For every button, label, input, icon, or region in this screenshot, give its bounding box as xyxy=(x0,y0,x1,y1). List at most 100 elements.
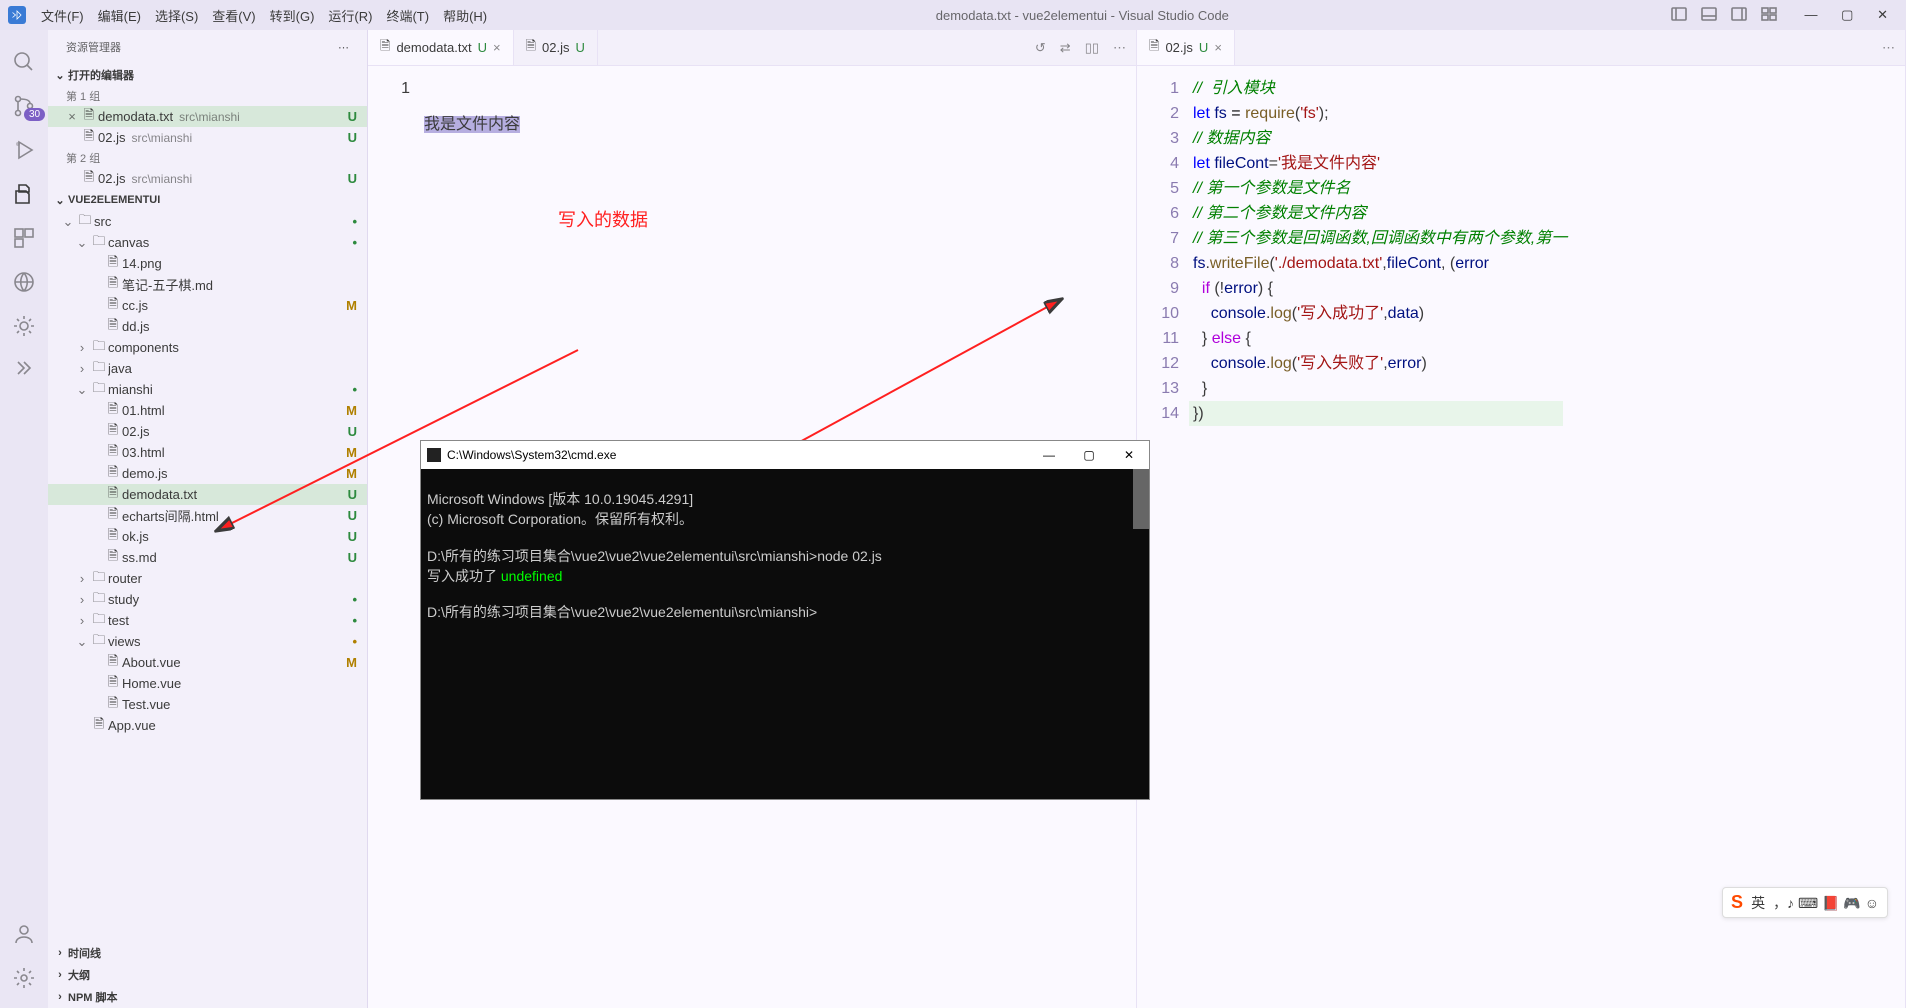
file-item[interactable]: 🗎01.htmlM xyxy=(48,400,367,421)
file-item[interactable]: 🗎笔记-五子棋.md xyxy=(48,274,367,295)
file-item[interactable]: 🗎App.vue xyxy=(48,715,367,736)
cmd-minimize-button[interactable]: — xyxy=(1029,448,1069,462)
window-maximize-button[interactable]: ▢ xyxy=(1831,7,1863,22)
menu-selection[interactable]: 选择(S) xyxy=(148,6,205,25)
activity-explorer-icon[interactable] xyxy=(0,172,48,216)
folder-item[interactable]: ›🗀java xyxy=(48,358,367,379)
file-item[interactable]: 🗎echarts间隔.htmlU xyxy=(48,505,367,526)
folder-item[interactable]: ›🗀test• xyxy=(48,610,367,631)
open-editor-item[interactable]: 🗎02.jssrc\mianshiU xyxy=(48,127,367,148)
folder-item[interactable]: ⌄🗀src• xyxy=(48,211,367,232)
menu-go[interactable]: 转到(G) xyxy=(263,6,322,25)
cmd-close-button[interactable]: ✕ xyxy=(1109,448,1149,462)
chevron-down-icon[interactable]: ⌄ xyxy=(60,214,76,230)
file-item[interactable]: 🗎demo.jsM xyxy=(48,463,367,484)
chevron-right-icon[interactable]: › xyxy=(74,361,90,376)
sidebar-section[interactable]: ›NPM 脚本 xyxy=(48,986,367,1008)
file-icon: 🗎 xyxy=(104,463,122,485)
ime-bar[interactable]: S 英 ，♪ ⌨ 📕 🎮 ☺ xyxy=(1722,887,1888,918)
editor-group-2-label: 第 2 组 xyxy=(48,148,367,168)
open-editor-item[interactable]: 🗎02.jssrc\mianshiU xyxy=(48,168,367,189)
file-content-text: 我是文件内容 xyxy=(424,116,520,133)
close-icon[interactable]: × xyxy=(64,109,80,124)
folder-item[interactable]: ⌄🗀mianshi• xyxy=(48,379,367,400)
folder-item[interactable]: ⌄🗀views• xyxy=(48,631,367,652)
chevron-right-icon[interactable]: › xyxy=(74,340,90,355)
close-icon[interactable]: × xyxy=(1214,40,1222,55)
cmd-body[interactable]: Microsoft Windows [版本 10.0.19045.4291] (… xyxy=(421,469,1149,799)
editor-group-right: 🗎02.jsU× ⋯ 1234567891011121314 // 引入模块le… xyxy=(1137,30,1906,1008)
cmd-scrollbar[interactable] xyxy=(1133,469,1149,529)
activity-extensions-icon[interactable] xyxy=(0,216,48,260)
open-editors-section[interactable]: ⌄打开的编辑器 xyxy=(48,64,367,86)
file-item[interactable]: 🗎dd.js xyxy=(48,316,367,337)
menu-view[interactable]: 查看(V) xyxy=(205,6,262,25)
file-item[interactable]: 🗎About.vueM xyxy=(48,652,367,673)
folder-item[interactable]: ⌄🗀canvas• xyxy=(48,232,367,253)
activity-git-graph-icon[interactable] xyxy=(0,348,48,392)
cmd-maximize-button[interactable]: ▢ xyxy=(1069,448,1109,462)
activity-debug-icon[interactable] xyxy=(0,128,48,172)
menu-edit[interactable]: 编辑(E) xyxy=(91,6,148,25)
activity-remote-icon[interactable] xyxy=(0,260,48,304)
folder-item[interactable]: ›🗀router xyxy=(48,568,367,589)
activity-source-control-icon[interactable] xyxy=(0,84,48,128)
sidebar-section[interactable]: ›时间线 xyxy=(48,942,367,964)
layout-panel-left-icon[interactable] xyxy=(1671,6,1687,25)
ime-tools[interactable]: ，♪ ⌨ 📕 🎮 ☺ xyxy=(1773,893,1879,913)
cmd-titlebar[interactable]: C:\Windows\System32\cmd.exe — ▢ ✕ xyxy=(421,441,1149,469)
activity-search-icon[interactable] xyxy=(0,40,48,84)
menu-file[interactable]: 文件(F) xyxy=(34,6,91,25)
file-item[interactable]: 🗎Home.vue xyxy=(48,673,367,694)
activity-test-icon[interactable] xyxy=(0,304,48,348)
open-editor-item[interactable]: ×🗎demodata.txtsrc\mianshiU xyxy=(48,106,367,127)
close-icon[interactable]: × xyxy=(493,40,501,55)
file-item[interactable]: 🗎02.jsU xyxy=(48,421,367,442)
tab-history-icon[interactable]: ↺ xyxy=(1035,40,1046,56)
chevron-down-icon[interactable]: ⌄ xyxy=(74,634,90,650)
file-icon: 🗎 xyxy=(526,37,536,59)
tab-compare-icon[interactable]: ⇄ xyxy=(1060,40,1071,56)
file-item[interactable]: 🗎03.htmlM xyxy=(48,442,367,463)
ime-lang-label[interactable]: 英 xyxy=(1751,893,1765,913)
chevron-down-icon[interactable]: ⌄ xyxy=(74,382,90,398)
layout-panel-right-icon[interactable] xyxy=(1731,6,1747,25)
folder-item[interactable]: ›🗀components xyxy=(48,337,367,358)
menu-terminal[interactable]: 终端(T) xyxy=(379,6,436,25)
sidebar-more-icon[interactable]: ⋯ xyxy=(338,41,349,54)
sidebar-section[interactable]: ›大纲 xyxy=(48,964,367,986)
activity-bar: 30 xyxy=(0,30,48,1008)
menu-help[interactable]: 帮助(H) xyxy=(436,6,494,25)
folder-item[interactable]: ›🗀study• xyxy=(48,589,367,610)
file-icon: 🗎 xyxy=(104,400,122,422)
chevron-right-icon[interactable]: › xyxy=(74,613,90,628)
customize-layout-icon[interactable] xyxy=(1761,6,1777,25)
tab-more-icon[interactable]: ⋯ xyxy=(1113,40,1126,56)
tab-split-icon[interactable]: ▯▯ xyxy=(1085,40,1099,56)
annotation-label: 写入的数据 xyxy=(558,206,648,232)
activity-settings-icon[interactable] xyxy=(0,956,48,1000)
window-minimize-button[interactable]: — xyxy=(1795,7,1828,22)
activity-account-icon[interactable] xyxy=(0,912,48,956)
file-item[interactable]: 🗎Test.vue xyxy=(48,694,367,715)
window-close-button[interactable]: ✕ xyxy=(1867,7,1898,22)
editor-tab[interactable]: 🗎02.jsU xyxy=(514,30,598,65)
file-item[interactable]: 🗎14.png xyxy=(48,253,367,274)
chevron-right-icon[interactable]: › xyxy=(74,592,90,607)
file-item[interactable]: 🗎cc.jsM xyxy=(48,295,367,316)
layout-panel-bottom-icon[interactable] xyxy=(1701,6,1717,25)
editor-body-right[interactable]: 1234567891011121314 // 引入模块let fs = requ… xyxy=(1137,66,1905,1008)
folder-icon: 🗀 xyxy=(90,589,108,611)
file-item[interactable]: 🗎ok.jsU xyxy=(48,526,367,547)
editor-tab[interactable]: 🗎demodata.txtU× xyxy=(368,30,514,65)
chevron-right-icon[interactable]: › xyxy=(74,571,90,586)
editor-tab[interactable]: 🗎02.jsU× xyxy=(1137,30,1235,65)
chevron-down-icon[interactable]: ⌄ xyxy=(74,235,90,251)
file-icon: 🗎 xyxy=(104,421,122,443)
menu-run[interactable]: 运行(R) xyxy=(321,6,379,25)
cmd-window[interactable]: C:\Windows\System32\cmd.exe — ▢ ✕ Micros… xyxy=(420,440,1150,800)
tab-more-icon[interactable]: ⋯ xyxy=(1882,40,1895,56)
file-item[interactable]: 🗎ss.mdU xyxy=(48,547,367,568)
file-item[interactable]: 🗎demodata.txtU xyxy=(48,484,367,505)
project-section[interactable]: ⌄VUE2ELEMENTUI xyxy=(48,189,367,211)
